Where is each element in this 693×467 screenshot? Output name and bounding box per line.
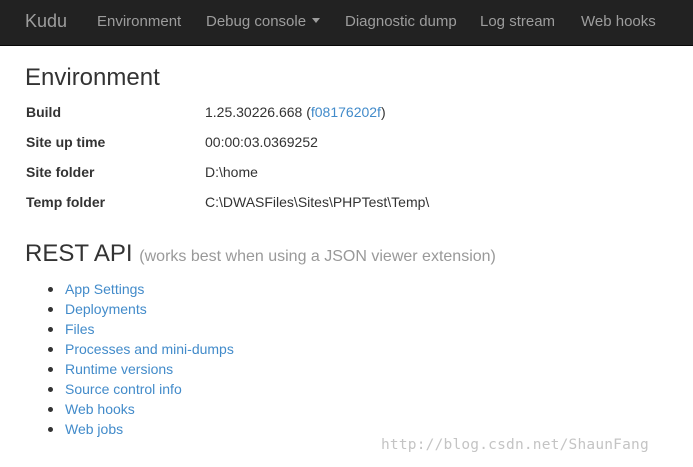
rest-api-subtitle: (works best when using a JSON viewer ext… bbox=[139, 248, 496, 265]
list-item: Source control info bbox=[46, 379, 234, 399]
bullet-icon bbox=[48, 407, 53, 412]
bullet-icon bbox=[48, 367, 53, 372]
list-item: Runtime versions bbox=[46, 359, 234, 379]
build-label: Build bbox=[26, 104, 61, 120]
api-link-web-hooks[interactable]: Web hooks bbox=[65, 401, 135, 417]
site-folder-label: Site folder bbox=[26, 164, 95, 180]
nav-environment[interactable]: Environment bbox=[97, 13, 181, 31]
api-link-web-jobs[interactable]: Web jobs bbox=[65, 421, 123, 437]
api-link-runtime-versions[interactable]: Runtime versions bbox=[65, 361, 173, 377]
list-item: Web jobs bbox=[46, 419, 234, 439]
nav-debug-console-label: Debug console bbox=[206, 13, 307, 30]
bullet-icon bbox=[48, 287, 53, 292]
rest-api-heading: REST API (works best when using a JSON v… bbox=[25, 240, 496, 271]
temp-folder-value: C:\DWASFiles\Sites\PHPTest\Temp\ bbox=[205, 194, 430, 210]
build-paren-close: ) bbox=[380, 104, 386, 120]
build-version: 1.25.30226.668 ( bbox=[205, 104, 311, 120]
nav-web-hooks[interactable]: Web hooks bbox=[581, 13, 656, 31]
rest-api-link-list: App Settings Deployments Files Processes… bbox=[46, 279, 234, 439]
nav-diagnostic-dump[interactable]: Diagnostic dump bbox=[345, 13, 457, 31]
caret-down-icon bbox=[312, 17, 321, 23]
list-item: App Settings bbox=[46, 279, 234, 299]
api-link-source-control[interactable]: Source control info bbox=[65, 381, 182, 397]
site-up-time-value: 00:00:03.0369252 bbox=[205, 134, 318, 150]
bullet-icon bbox=[48, 327, 53, 332]
rest-api-title: REST API bbox=[25, 240, 133, 267]
watermark-text: http://blog.csdn.net/ShaunFang bbox=[381, 437, 649, 453]
api-link-app-settings[interactable]: App Settings bbox=[65, 281, 144, 297]
brand-logo[interactable]: Kudu bbox=[25, 11, 67, 31]
api-link-files[interactable]: Files bbox=[65, 321, 95, 337]
top-navbar: Kudu Environment Debug console Diagnosti… bbox=[0, 0, 693, 46]
bullet-icon bbox=[48, 387, 53, 392]
bullet-icon bbox=[48, 307, 53, 312]
api-link-processes[interactable]: Processes and mini-dumps bbox=[65, 341, 234, 357]
bullet-icon bbox=[48, 347, 53, 352]
api-link-deployments[interactable]: Deployments bbox=[65, 301, 147, 317]
list-item: Deployments bbox=[46, 299, 234, 319]
site-folder-value: D:\home bbox=[205, 164, 258, 180]
site-up-time-label: Site up time bbox=[26, 134, 106, 150]
nav-log-stream[interactable]: Log stream bbox=[480, 13, 555, 31]
list-item: Processes and mini-dumps bbox=[46, 339, 234, 359]
build-value: 1.25.30226.668 (f08176202f) bbox=[205, 103, 386, 121]
list-item: Files bbox=[46, 319, 234, 339]
list-item: Web hooks bbox=[46, 399, 234, 419]
nav-debug-console[interactable]: Debug console bbox=[206, 13, 321, 31]
build-commit-link[interactable]: f08176202f bbox=[311, 104, 381, 120]
bullet-icon bbox=[48, 427, 53, 432]
temp-folder-label: Temp folder bbox=[26, 194, 106, 210]
environment-heading: Environment bbox=[25, 64, 160, 91]
